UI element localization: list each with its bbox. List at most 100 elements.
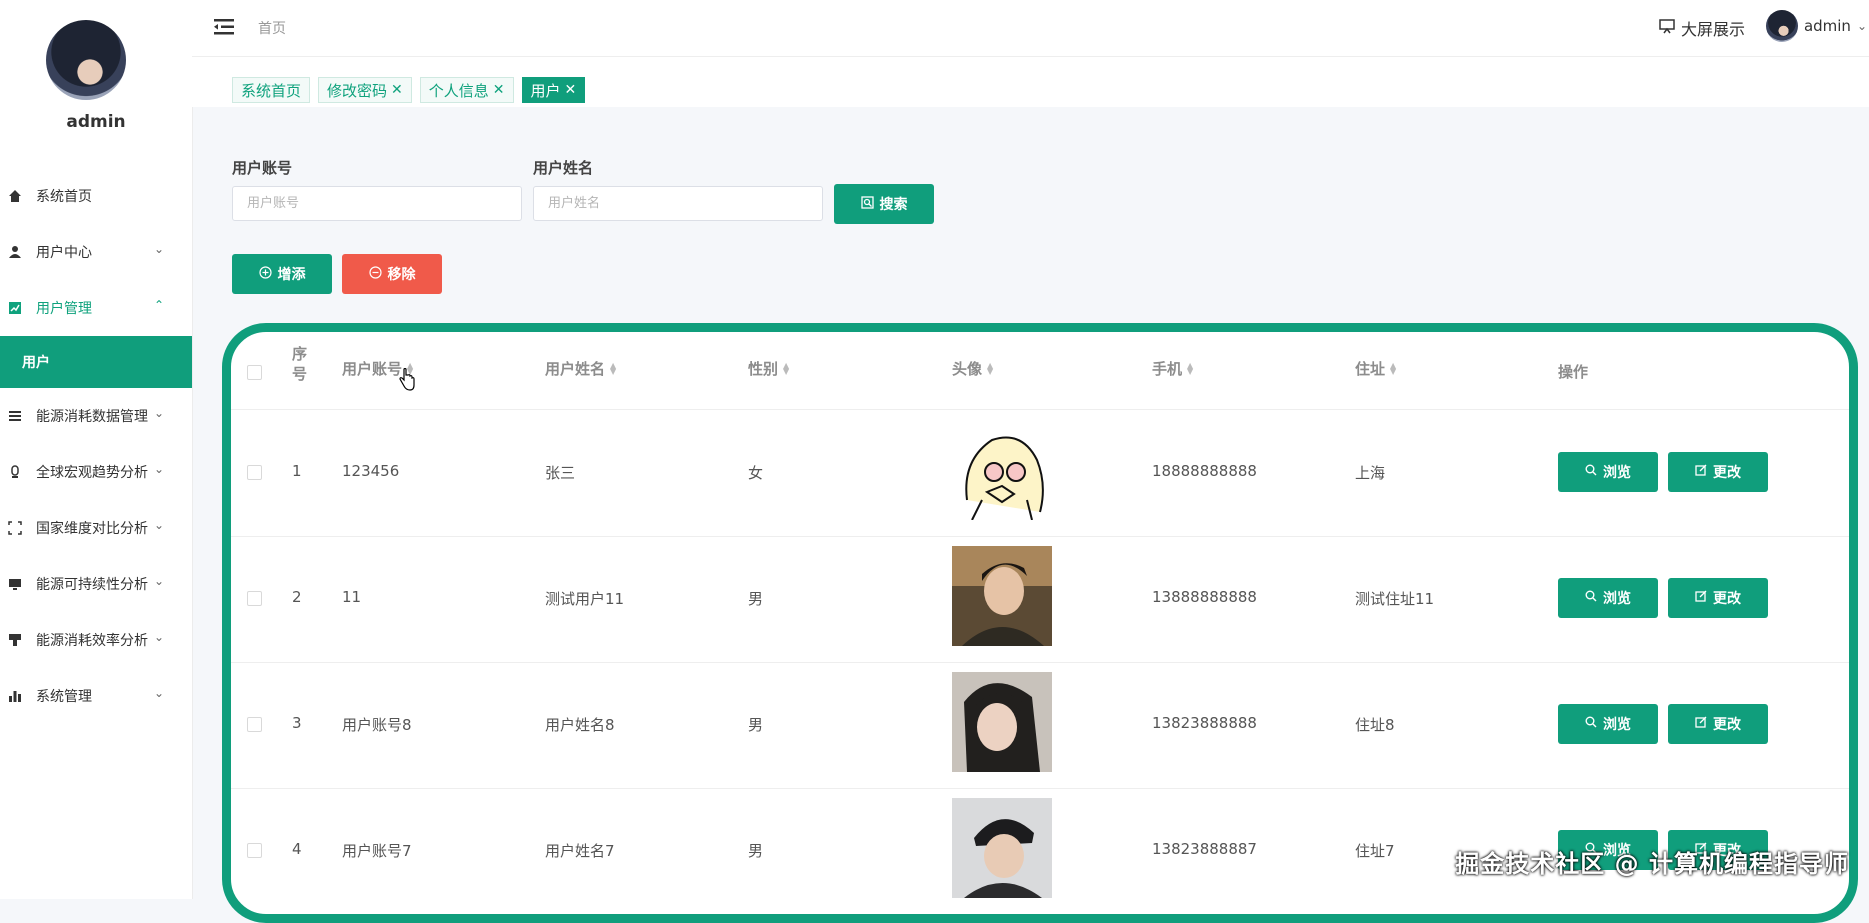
name-search-input[interactable] — [533, 186, 823, 221]
edit-icon — [1695, 716, 1707, 732]
add-button[interactable]: 增添 — [232, 254, 332, 294]
sidebar-menu: 系统首页 用户中心 ⌄ 用户管理 ⌃ 用户 能源消耗数据管理 ⌄ 全球宏观趋势分… — [0, 168, 192, 724]
cell-account: 用户账号8 — [342, 716, 412, 734]
view-button[interactable]: 浏览 — [1558, 578, 1658, 618]
search-button[interactable]: 搜索 — [834, 184, 934, 224]
sidebar-avatar[interactable] — [46, 20, 126, 100]
sidebar-item-label: 系统管理 — [36, 689, 92, 705]
row-checkbox[interactable] — [247, 717, 262, 732]
tag-home[interactable]: 系统首页 — [232, 77, 311, 103]
sidebar-item-user-management[interactable]: 用户管理 ⌃ — [0, 280, 192, 336]
header-phone-label: 手机 — [1152, 360, 1183, 378]
user-menu[interactable]: admin ⌄ — [1765, 10, 1867, 42]
cell-address: 住址7 — [1355, 842, 1395, 860]
edit-button[interactable]: 更改 — [1668, 578, 1768, 618]
header-address[interactable]: 住址 ▲ ▼ — [1355, 358, 1396, 379]
header-gender[interactable]: 性别 ▲ ▼ — [748, 358, 789, 379]
tag-personal-info[interactable]: 个人信息 ✕ — [419, 77, 514, 103]
tag-label: 修改密码 — [327, 81, 388, 100]
sidebar-item-efficiency[interactable]: 能源消耗效率分析 ⌄ — [0, 612, 192, 668]
select-all-checkbox[interactable] — [247, 365, 262, 380]
sort-icon[interactable]: ▲ ▼ — [610, 361, 616, 375]
cell-name: 张三 — [545, 464, 576, 482]
tag-user[interactable]: 用户 ✕ — [521, 77, 586, 103]
cell-phone: 13888888888 — [1152, 588, 1257, 606]
header-name[interactable]: 用户姓名 ▲ ▼ — [545, 358, 616, 379]
avatar-image[interactable] — [952, 420, 1052, 520]
close-icon[interactable]: ✕ — [565, 82, 577, 98]
sidebar-item-label: 国家维度对比分析 — [36, 521, 148, 537]
sidebar-item-label: 能源消耗效率分析 — [36, 633, 148, 649]
sort-icon[interactable]: ▲ ▼ — [1187, 361, 1193, 375]
tag-change-password[interactable]: 修改密码 ✕ — [318, 77, 412, 103]
presentation-icon — [1659, 18, 1675, 38]
account-search-input[interactable] — [232, 186, 522, 221]
avatar-image[interactable] — [952, 672, 1052, 772]
chevron-down-icon: ⌄ — [153, 406, 164, 420]
cell-address: 上海 — [1355, 464, 1386, 482]
big-screen-label: 大屏展示 — [1680, 20, 1745, 39]
chevron-down-icon: ⌄ — [153, 630, 164, 644]
avatar-image[interactable] — [952, 798, 1052, 898]
search-icon — [1585, 590, 1597, 606]
user-icon — [7, 244, 23, 260]
remove-button[interactable]: 移除 — [342, 254, 442, 294]
tag-label: 个人信息 — [428, 81, 489, 100]
bar-chart-icon — [7, 688, 23, 704]
big-screen-button[interactable]: 大屏展示 — [1659, 16, 1745, 40]
cell-index: 1 — [292, 462, 302, 480]
cell-phone: 18888888888 — [1152, 462, 1257, 480]
sidebar: admin 系统首页 用户中心 ⌄ 用户管理 ⌃ 用户 能源消耗数据管理 ⌄ 全… — [0, 0, 193, 899]
sidebar-item-label: 用户管理 — [36, 301, 92, 317]
cell-index: 3 — [292, 714, 302, 732]
chevron-down-icon: ⌄ — [153, 518, 164, 532]
cell-gender: 男 — [748, 842, 764, 860]
header-avatar[interactable]: 头像 ▲ ▼ — [952, 358, 993, 379]
breadcrumb[interactable]: 首页 — [258, 18, 286, 38]
sidebar-item-global-trend[interactable]: 全球宏观趋势分析 ⌄ — [0, 444, 192, 500]
sort-icon[interactable]: ▲ ▼ — [1390, 361, 1396, 375]
cell-name: 测试用户11 — [545, 590, 625, 608]
sidebar-item-energy-data[interactable]: 能源消耗数据管理 ⌄ — [0, 388, 192, 444]
edit-button[interactable]: 更改 — [1668, 452, 1768, 492]
minus-circle-icon — [368, 265, 382, 283]
sidebar-item-home[interactable]: 系统首页 — [0, 168, 192, 224]
sort-icon[interactable]: ▲ ▼ — [987, 361, 993, 375]
sidebar-item-label: 系统首页 — [36, 189, 92, 205]
plus-circle-icon — [258, 265, 272, 283]
header-ops: 操作 — [1558, 363, 1589, 381]
row-checkbox[interactable] — [247, 465, 262, 480]
search-icon — [860, 195, 874, 213]
sidebar-subitem-user[interactable]: 用户 — [0, 336, 192, 388]
sidebar-item-sustainability[interactable]: 能源可持续性分析 ⌄ — [0, 556, 192, 612]
top-bar: 首页 大屏展示 admin ⌄ — [192, 0, 1869, 57]
chevron-down-icon: ⌄ — [153, 686, 164, 700]
avatar-image[interactable] — [952, 546, 1052, 646]
sidebar-item-country-compare[interactable]: 国家维度对比分析 ⌄ — [0, 500, 192, 556]
view-button[interactable]: 浏览 — [1558, 452, 1658, 492]
view-button-label: 浏览 — [1603, 591, 1631, 607]
cell-gender: 男 — [748, 590, 764, 608]
sidebar-item-user-center[interactable]: 用户中心 ⌄ — [0, 224, 192, 280]
search-icon — [1585, 464, 1597, 480]
user-table: 序号 用户账号 ▲ ▼ 用户姓名 ▲ ▼ 性别 ▲ ▼ 头像 ▲ ▼ 手机 ▲ ▼ 住址 … — [222, 323, 1858, 923]
header-address-label: 住址 — [1355, 360, 1386, 378]
list-icon — [7, 408, 23, 424]
name-label: 用户姓名 — [533, 159, 594, 177]
row-checkbox[interactable] — [247, 843, 262, 858]
header-phone[interactable]: 手机 ▲ ▼ — [1152, 358, 1193, 379]
edit-button-label: 更改 — [1713, 465, 1741, 481]
close-icon[interactable]: ✕ — [391, 82, 403, 98]
view-button[interactable]: 浏览 — [1558, 704, 1658, 744]
sort-icon[interactable]: ▲ ▼ — [783, 361, 789, 375]
tags-bar: 系统首页 修改密码 ✕ 个人信息 ✕ 用户 ✕ — [192, 57, 1869, 107]
cell-account: 11 — [342, 588, 362, 606]
sidebar-item-label: 全球宏观趋势分析 — [36, 465, 148, 481]
sidebar-item-system[interactable]: 系统管理 ⌄ — [0, 668, 192, 724]
close-icon[interactable]: ✕ — [493, 82, 505, 98]
thermometer-icon — [7, 464, 23, 480]
edit-button[interactable]: 更改 — [1668, 704, 1768, 744]
menu-toggle-icon[interactable] — [214, 18, 234, 40]
remove-button-label: 移除 — [387, 267, 416, 283]
row-checkbox[interactable] — [247, 591, 262, 606]
